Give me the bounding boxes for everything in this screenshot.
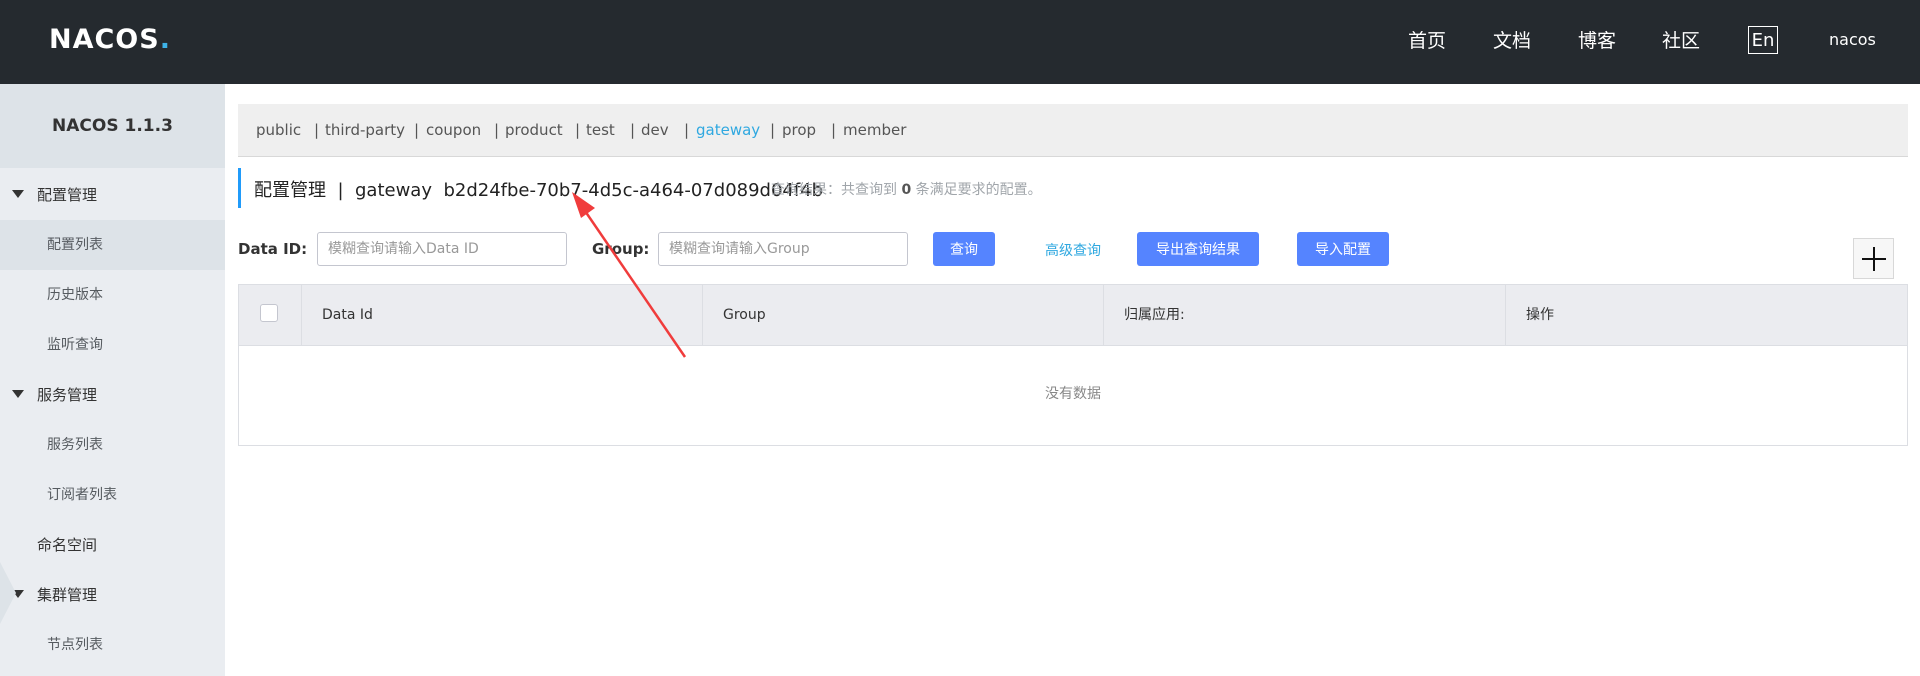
sidebar: NACOS 1.1.3 配置管理 配置列表 历史版本 监听查询 服务管理 服务列… (0, 84, 225, 676)
select-all-checkbox[interactable] (260, 304, 278, 322)
namespace-tab-test[interactable]: test (586, 104, 615, 156)
select-all-cell (239, 285, 302, 345)
import-config-button[interactable]: 导入配置 (1297, 232, 1389, 266)
namespace-separator: | (575, 121, 581, 139)
sidebar-item-listener-query[interactable]: 监听查询 (0, 320, 225, 370)
namespace-tab-public[interactable]: public (256, 104, 301, 156)
namespace-separator: | (494, 121, 500, 139)
namespace-tab-member[interactable]: member (843, 104, 906, 156)
namespace-id: b2d24fbe-70b7-4d5c-a464-07d089d04f4b (443, 180, 824, 201)
nav-blog[interactable]: 博客 (1578, 28, 1616, 54)
sidebar-item-history[interactable]: 历史版本 (0, 270, 225, 320)
sidebar-item-subscriber-list[interactable]: 订阅者列表 (0, 470, 225, 520)
top-header: NACOS. 首页 文档 博客 社区 En nacos (0, 0, 1920, 84)
nacos-logo[interactable]: NACOS. (49, 22, 171, 58)
column-header-app[interactable]: 归属应用: (1104, 285, 1506, 345)
query-result-summary: 查询结果：共查询到 0 条满足要求的配置。 (771, 182, 1042, 198)
sidebar-item-service-list[interactable]: 服务列表 (0, 420, 225, 470)
namespace-tab-coupon[interactable]: coupon (426, 104, 481, 156)
sidebar-item-namespace[interactable]: 命名空间 (0, 520, 225, 570)
namespace-tab-dev[interactable]: dev (641, 104, 669, 156)
query-button[interactable]: 查询 (933, 232, 995, 266)
nav-home[interactable]: 首页 (1408, 28, 1446, 54)
page-title-text: 配置管理 | gateway b2d24fbe-70b7-4d5c-a464-0… (254, 180, 824, 201)
namespace-separator: | (831, 121, 837, 139)
namespace-tab-product[interactable]: product (505, 104, 563, 156)
add-config-button[interactable] (1853, 238, 1894, 279)
sidebar-item-node-list[interactable]: 节点列表 (0, 620, 225, 670)
user-menu[interactable]: nacos (1829, 30, 1876, 49)
plus-icon (1861, 246, 1886, 271)
sidebar-group-cluster[interactable]: 集群管理 (0, 570, 225, 620)
sidebar-group-label: 配置管理 (37, 186, 98, 204)
namespace-tabs: public | third-party | coupon | product … (238, 104, 1908, 157)
namespace-tab-prop[interactable]: prop (782, 104, 816, 156)
namespace-separator: | (684, 121, 690, 139)
namespace-tab-third-party[interactable]: third-party (325, 104, 405, 156)
namespace-separator: | (414, 121, 420, 139)
nav-docs[interactable]: 文档 (1493, 28, 1531, 54)
empty-state-text: 没有数据 (1045, 386, 1101, 402)
column-header-actions: 操作 (1526, 307, 1554, 323)
config-table: Data Id Group 归属应用: 操作 没有数据 (238, 284, 1908, 446)
group-label: Group: (592, 240, 650, 258)
group-input[interactable] (658, 232, 908, 266)
advanced-query-link[interactable]: 高级查询 (1045, 240, 1101, 260)
table-header: Data Id Group 归属应用: 操作 (239, 285, 1907, 346)
data-id-input[interactable] (317, 232, 567, 266)
language-toggle-button[interactable]: En (1748, 26, 1778, 54)
column-header-data-id[interactable]: Data Id (302, 285, 703, 345)
caret-down-icon (12, 190, 24, 198)
namespace-separator: | (630, 121, 636, 139)
namespace-tab-gateway[interactable]: gateway (696, 104, 760, 156)
page-title: 配置管理 | gateway b2d24fbe-70b7-4d5c-a464-0… (238, 168, 1138, 208)
data-id-label: Data ID: (238, 240, 308, 258)
export-results-button[interactable]: 导出查询结果 (1137, 232, 1259, 266)
caret-down-icon (12, 390, 24, 398)
sidebar-group-label: 服务管理 (37, 386, 98, 404)
sidebar-group-label: 集群管理 (37, 586, 98, 604)
sidebar-group-service[interactable]: 服务管理 (0, 370, 225, 420)
sidebar-item-config-list[interactable]: 配置列表 (0, 220, 225, 270)
sidebar-group-config[interactable]: 配置管理 (0, 170, 225, 220)
sidebar-version-title: NACOS 1.1.3 (0, 84, 225, 168)
column-header-group[interactable]: Group (703, 285, 1104, 345)
nav-community[interactable]: 社区 (1662, 28, 1700, 54)
namespace-separator: | (314, 121, 320, 139)
namespace-separator: | (770, 121, 776, 139)
